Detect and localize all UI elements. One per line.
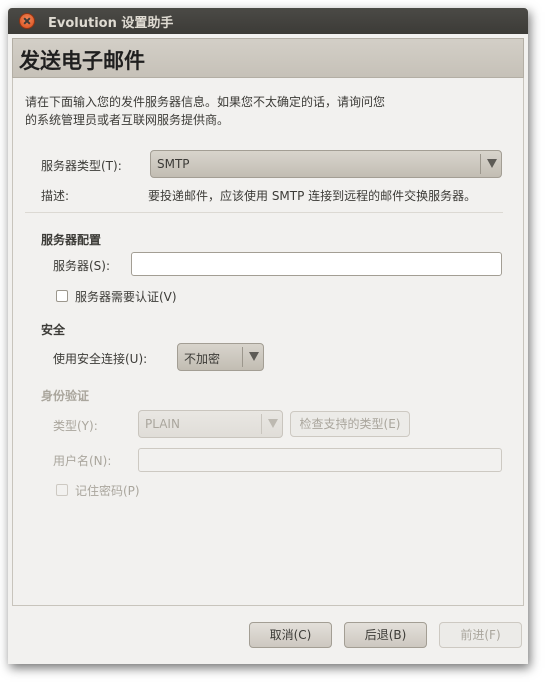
window-client: 发送电子邮件 请在下面输入您的发件服务器信息。如果您不太确定的话，请询问您的系统…: [8, 34, 528, 664]
page-title: 发送电子邮件: [19, 49, 145, 73]
chevron-down-icon: [261, 414, 282, 434]
auth-required-checkbox[interactable]: [56, 290, 68, 302]
server-type-value: SMTP: [157, 157, 190, 171]
security-heading: 安全: [41, 323, 66, 337]
chevron-down-icon: [480, 154, 501, 174]
divider: [25, 212, 503, 213]
server-type-combo[interactable]: SMTP: [150, 150, 502, 178]
server-input[interactable]: [131, 252, 502, 276]
page-content: 请在下面输入您的发件服务器信息。如果您不太确定的话，请询问您的系统管理员或者互联…: [12, 78, 524, 606]
secure-conn-label: 使用安全连接(U):: [53, 352, 148, 366]
description-text: 要投递邮件，应该使用 SMTP 连接到远程的邮件交换服务器。: [148, 189, 477, 203]
check-supported-types-button[interactable]: 检查支持的类型(E): [290, 411, 410, 437]
chevron-down-icon: [242, 347, 263, 367]
cancel-button[interactable]: 取消(C): [249, 622, 332, 648]
close-icon[interactable]: [19, 13, 35, 29]
description-label: 描述:: [41, 189, 70, 203]
server-label: 服务器(S):: [53, 259, 111, 273]
window-title: Evolution 设置助手: [48, 16, 174, 31]
username-label: 用户名(N):: [53, 454, 112, 468]
assistant-window: Evolution 设置助手 发送电子邮件 请在下面输入您的发件服务器信息。如果…: [8, 8, 528, 664]
remember-password-label[interactable]: 记住密码(P): [75, 482, 140, 499]
intro-text: 请在下面输入您的发件服务器信息。如果您不太确定的话，请询问您的系统管理员或者互联…: [25, 95, 386, 127]
server-config-heading: 服务器配置: [41, 233, 102, 247]
server-type-label: 服务器类型(T):: [41, 159, 122, 173]
auth-type-label: 类型(Y):: [53, 419, 98, 433]
remember-password-checkbox[interactable]: [56, 484, 68, 496]
back-button[interactable]: 后退(B): [344, 622, 427, 648]
auth-type-combo[interactable]: PLAIN: [138, 410, 283, 438]
forward-button[interactable]: 前进(F): [439, 622, 522, 648]
authentication-heading: 身份验证: [41, 389, 90, 403]
title-bar: Evolution 设置助手: [8, 8, 528, 34]
username-input[interactable]: [138, 448, 502, 472]
secure-conn-combo[interactable]: 不加密: [177, 343, 264, 371]
auth-required-label[interactable]: 服务器需要认证(V): [75, 288, 177, 305]
page-header: 发送电子邮件: [12, 38, 524, 78]
auth-type-value: PLAIN: [145, 417, 180, 431]
secure-conn-value: 不加密: [184, 352, 221, 366]
